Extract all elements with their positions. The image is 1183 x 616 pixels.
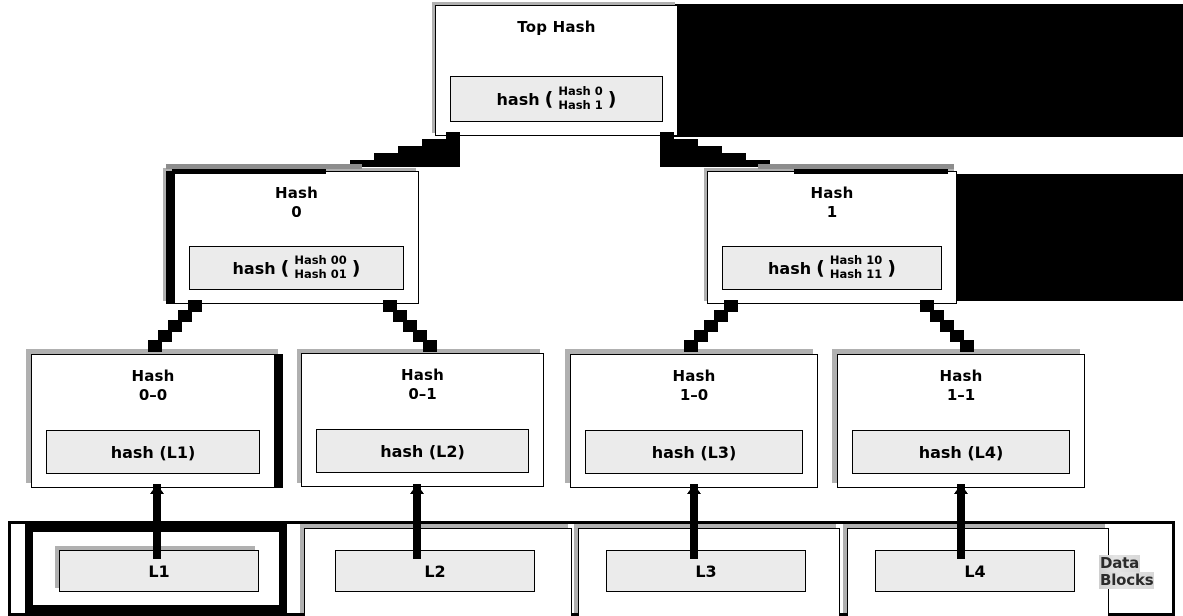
hash0-open-paren: ( (280, 257, 290, 279)
hash01-title-line1: Hash (400, 366, 445, 384)
data-block-label-2: L3 (606, 550, 806, 592)
hash01-hash-label: hash (L2) (380, 441, 465, 461)
data-block-cell-3[interactable]: L4 (843, 524, 1109, 616)
hash11-title-line2: 1–1 (946, 386, 976, 405)
data-blocks-tag: Data Blocks (1099, 545, 1177, 599)
node-hash-0[interactable]: Hash 0 hash ( Hash 00 Hash 01 ) (166, 171, 419, 304)
hash11-hash-label: hash (L4) (918, 442, 1004, 462)
hash1-arg-1: Hash 11 (829, 267, 883, 281)
hash10-title-line2: 1–0 (679, 386, 709, 405)
hash00-title-line2: 0–0 (138, 386, 168, 405)
hash1-title-line1: Hash (810, 184, 854, 202)
top-hash-fn-name: hash (496, 89, 540, 109)
data-block-label-3: L4 (875, 550, 1075, 592)
data-block-cell-1[interactable]: L2 (300, 524, 572, 616)
top-hash-title: Top Hash (517, 18, 596, 36)
hash0-close-paren: ) (351, 257, 361, 279)
hash1-args: Hash 10 Hash 11 (830, 254, 882, 281)
data-block-cell-0[interactable]: L1 (25, 524, 287, 613)
hash0-title-line2: 0 (291, 203, 302, 222)
top-hash-close-paren: ) (607, 88, 617, 110)
data-blocks-band: L1 L2 L3 L4 (8, 521, 1175, 616)
data-blocks-tag-line2: Blocks (1099, 571, 1155, 589)
data-blocks-tag-line1: Data (1099, 554, 1141, 573)
hash0-arg-1: Hash 01 (294, 267, 347, 281)
data-block-label-1: L2 (335, 550, 535, 592)
hash1-close-paren: ) (887, 257, 896, 279)
hash01-title-line2: 0–1 (408, 385, 437, 404)
hash10-field: hash (L3) (585, 430, 803, 474)
hash00-hash-label: hash (L1) (110, 442, 196, 462)
hash01-field: hash (L2) (316, 429, 529, 473)
top-hash-args: Hash 0 Hash 1 (558, 85, 602, 112)
top-hash-field: hash ( Hash 0 Hash 1 ) (450, 76, 663, 122)
data-block-label-0: L1 (59, 550, 259, 592)
hash11-field: hash (L4) (852, 430, 1070, 474)
black-overlay-mid-right (944, 174, 1183, 301)
hash1-fn-name: hash (768, 258, 812, 278)
top-hash-open-paren: ( (544, 88, 554, 110)
black-overlay-top-right (672, 4, 1183, 137)
node-hash-1[interactable]: Hash 1 hash ( Hash 10 Hash 11 ) (707, 171, 957, 304)
hash1-arg-0: Hash 10 (829, 253, 883, 268)
hash1-title-line2: 1 (826, 203, 838, 222)
hash0-fn-name: hash (232, 258, 276, 278)
hash00-title-line1: Hash (131, 367, 175, 385)
data-block-cell-2[interactable]: L3 (574, 524, 840, 616)
top-hash-arg-0: Hash 0 (558, 84, 603, 99)
hash10-title-line1: Hash (672, 367, 716, 385)
node-hash-1-1[interactable]: Hash 1–1 hash (L4) (837, 354, 1085, 488)
hash00-field: hash (L1) (46, 430, 260, 474)
node-hash-1-0[interactable]: Hash 1–0 hash (L3) (570, 354, 818, 488)
top-hash-arg-1: Hash 1 (558, 98, 603, 112)
hash0-field: hash ( Hash 00 Hash 01 ) (189, 246, 404, 290)
hash10-hash-label: hash (L3) (651, 442, 737, 462)
node-hash-0-0[interactable]: Hash 0–0 hash (L1) (31, 354, 283, 488)
hash11-title-line1: Hash (939, 367, 983, 385)
node-top-hash[interactable]: Top Hash hash ( Hash 0 Hash 1 ) (435, 5, 678, 136)
hash0-args: Hash 00 Hash 01 (294, 254, 346, 281)
hash0-title-line1: Hash (274, 184, 319, 202)
hash0-arg-0: Hash 00 (294, 253, 347, 268)
node-hash-0-1[interactable]: Hash 0–1 hash (L2) (301, 353, 544, 487)
hash1-open-paren: ( (816, 257, 825, 279)
merkle-tree-diagram: Top Hash hash ( Hash 0 Hash 1 ) Hash 0 h… (0, 0, 1183, 616)
hash1-field: hash ( Hash 10 Hash 11 ) (722, 246, 942, 290)
